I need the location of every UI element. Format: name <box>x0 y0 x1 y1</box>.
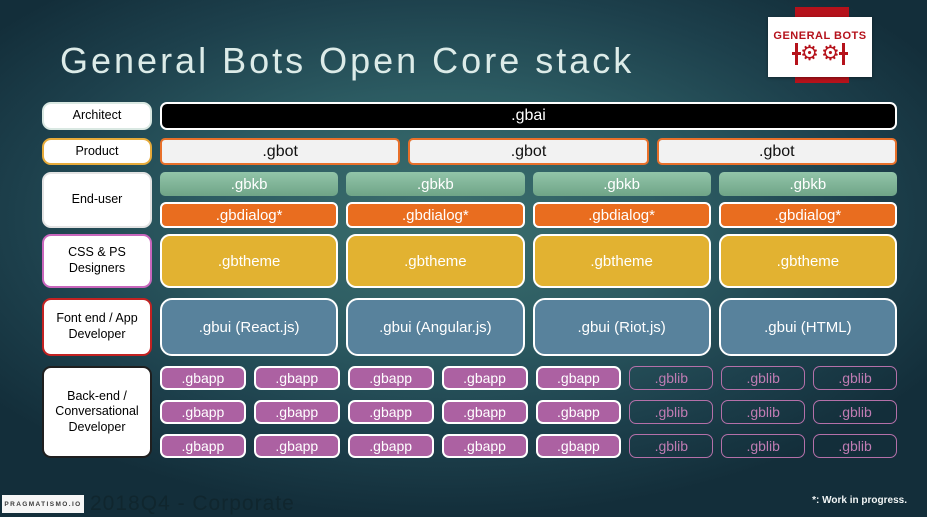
row-gbai: .gbai <box>160 102 897 130</box>
band-appdev-content: .gbui (React.js) .gbui (Angular.js) .gbu… <box>160 298 897 356</box>
block-gbapp: .gbapp <box>253 400 340 424</box>
block-gbapp: .gbapp <box>535 366 622 390</box>
band-architect-content: .gbai <box>160 102 897 130</box>
band-designers: CSS & PS Designers .gbtheme .gbtheme .gb… <box>42 234 897 288</box>
role-label-enduser: End-user <box>42 172 152 228</box>
block-gbapp: .gbapp <box>441 366 528 390</box>
block-gblib: .gblib <box>721 434 806 458</box>
gear-bar-left <box>792 42 802 65</box>
block-gbapp: .gbapp <box>253 434 340 458</box>
work-in-progress-note: *: Work in progress. <box>812 495 907 506</box>
general-bots-logo: GENERAL BOTS ⚙ ⚙ <box>768 17 872 77</box>
block-gblib: .gblib <box>629 366 714 390</box>
gear-bar-right <box>838 42 848 65</box>
block-gbdialog: .gbdialog* <box>346 202 525 228</box>
gear-icon: ⚙ <box>821 42 840 65</box>
block-gbapp: .gbapp <box>535 434 622 458</box>
band-backend: Back-end / Conversational Developer .gba… <box>42 366 897 458</box>
block-gbui-riot: .gbui (Riot.js) <box>532 298 711 356</box>
block-gbtheme: .gbtheme <box>532 234 711 288</box>
block-gbui-html: .gbui (HTML) <box>718 298 897 356</box>
page-title: General Bots Open Core stack <box>60 40 635 81</box>
block-gblib: .gblib <box>813 400 897 424</box>
block-gbui-react: .gbui (React.js) <box>160 298 339 356</box>
gear-icon: ⚙ <box>800 42 819 65</box>
block-gbapp: .gbapp <box>253 366 340 390</box>
role-label-architect: Architect <box>42 102 152 130</box>
block-gbapp: .gbapp <box>347 434 434 458</box>
row-apps-1: .gbapp .gbapp .gbapp .gbapp .gbapp .gbli… <box>160 366 897 390</box>
block-gbtheme: .gbtheme <box>718 234 897 288</box>
block-gblib: .gblib <box>721 366 806 390</box>
block-gbkb: .gbkb <box>532 172 711 196</box>
pragmatismo-badge: PRAGMATISMO.IO <box>2 495 84 513</box>
band-product-content: .gbot .gbot .gbot <box>160 138 897 165</box>
block-gbdialog: .gbdialog* <box>718 202 897 228</box>
block-gbkb: .gbkb <box>160 172 339 196</box>
block-gblib: .gblib <box>721 400 806 424</box>
block-gblib: .gblib <box>629 400 714 424</box>
block-gblib: .gblib <box>629 434 714 458</box>
block-gbot: .gbot <box>408 138 649 165</box>
block-gbai: .gbai <box>160 102 897 130</box>
row-gbkb: .gbkb .gbkb .gbkb .gbkb <box>160 172 897 196</box>
block-gbapp: .gbapp <box>441 434 528 458</box>
band-enduser-content: .gbkb .gbkb .gbkb .gbkb .gbdialog* .gbdi… <box>160 172 897 228</box>
role-label-product: Product <box>42 138 152 165</box>
logo-wordmark: GENERAL BOTS <box>773 29 867 42</box>
block-gbapp: .gbapp <box>160 434 246 458</box>
block-gbapp: .gbapp <box>535 400 622 424</box>
block-gbdialog: .gbdialog* <box>532 202 711 228</box>
band-architect: Architect .gbai <box>42 102 897 130</box>
row-apps-3: .gbapp .gbapp .gbapp .gbapp .gbapp .gbli… <box>160 434 897 458</box>
row-gbtheme: .gbtheme .gbtheme .gbtheme .gbtheme <box>160 234 897 288</box>
band-product: Product .gbot .gbot .gbot <box>42 138 897 165</box>
block-gbapp: .gbapp <box>160 400 246 424</box>
block-gbot: .gbot <box>656 138 897 165</box>
block-gbapp: .gbapp <box>441 400 528 424</box>
role-label-designers: CSS & PS Designers <box>42 234 152 288</box>
block-gbkb: .gbkb <box>718 172 897 196</box>
row-apps-2: .gbapp .gbapp .gbapp .gbapp .gbapp .gbli… <box>160 400 897 424</box>
band-appdev: Font end / App Developer .gbui (React.js… <box>42 298 897 356</box>
role-label-appdev: Font end / App Developer <box>42 298 152 356</box>
row-gbdialog: .gbdialog* .gbdialog* .gbdialog* .gbdial… <box>160 202 897 228</box>
block-gbapp: .gbapp <box>347 400 434 424</box>
block-gbdialog: .gbdialog* <box>160 202 339 228</box>
row-gbui: .gbui (React.js) .gbui (Angular.js) .gbu… <box>160 298 897 356</box>
slide: General Bots Open Core stack GENERAL BOT… <box>0 0 927 517</box>
block-gbapp: .gbapp <box>347 366 434 390</box>
role-label-backend: Back-end / Conversational Developer <box>42 366 152 458</box>
stack-diagram: Architect .gbai Product .gbot .gbot .gbo… <box>42 102 897 458</box>
block-gblib: .gblib <box>813 366 897 390</box>
band-backend-content: .gbapp .gbapp .gbapp .gbapp .gbapp .gbli… <box>160 366 897 458</box>
block-gbapp: .gbapp <box>160 366 246 390</box>
block-gbtheme: .gbtheme <box>346 234 525 288</box>
block-gbui-angular: .gbui (Angular.js) <box>346 298 525 356</box>
gears-icon: ⚙ ⚙ <box>792 42 848 65</box>
band-enduser: End-user .gbkb .gbkb .gbkb .gbkb .gbdial… <box>42 172 897 228</box>
block-gbtheme: .gbtheme <box>160 234 339 288</box>
block-gbot: .gbot <box>160 138 401 165</box>
block-gbkb: .gbkb <box>346 172 525 196</box>
footer-text: 2018Q4 - Corporate <box>90 492 295 515</box>
row-gbot: .gbot .gbot .gbot <box>160 138 897 165</box>
band-designers-content: .gbtheme .gbtheme .gbtheme .gbtheme <box>160 234 897 288</box>
block-gblib: .gblib <box>813 434 897 458</box>
